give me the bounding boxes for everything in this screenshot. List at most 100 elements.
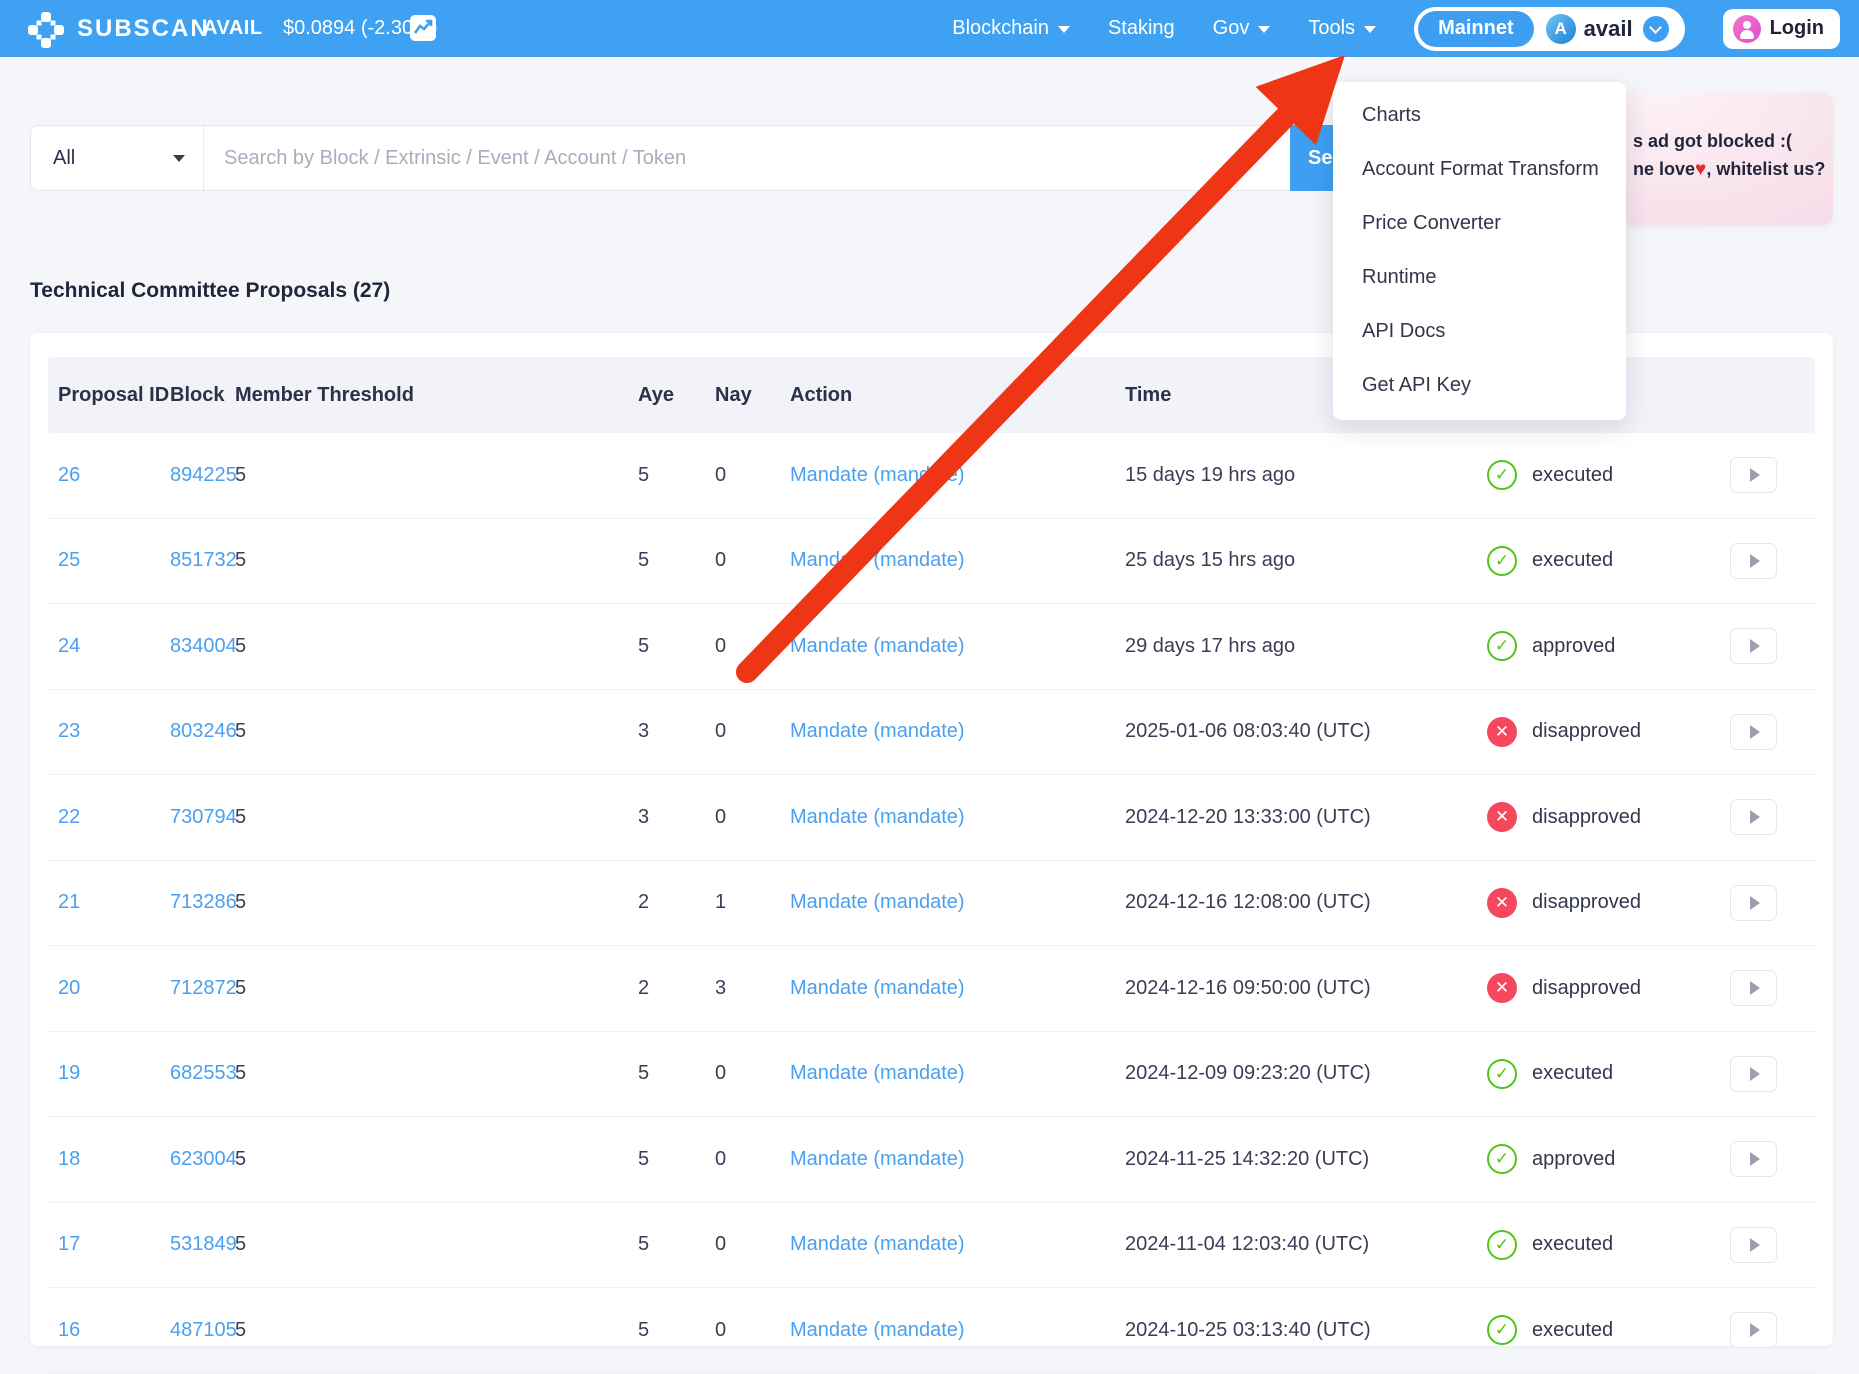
row-detail-button[interactable] — [1730, 714, 1777, 750]
column-header-action: Action — [790, 384, 1125, 407]
search-filter-select[interactable]: All — [31, 126, 204, 190]
brand[interactable]: SUBSCAN — [27, 0, 210, 57]
block-link[interactable]: 834004 — [170, 635, 237, 657]
status-badge: ✕disapproved — [1487, 802, 1730, 832]
status-badge: ✓executed — [1487, 546, 1730, 576]
action-link[interactable]: Mandate (mandate) — [790, 891, 965, 913]
action-link[interactable]: Mandate (mandate) — [790, 549, 965, 571]
status-badge: ✓approved — [1487, 631, 1730, 661]
action-link[interactable]: Mandate (mandate) — [790, 806, 965, 828]
play-triangle-icon — [1750, 1067, 1760, 1081]
proposal-id-link[interactable]: 21 — [58, 891, 80, 913]
nay-value: 0 — [715, 1233, 726, 1255]
proposal-id-link[interactable]: 24 — [58, 635, 80, 657]
member-threshold-value: 5 — [235, 549, 246, 571]
search-filter-value: All — [53, 147, 75, 170]
mainnet-button[interactable]: Mainnet — [1418, 11, 1534, 47]
menu-item-runtime[interactable]: Runtime — [1333, 250, 1626, 304]
login-button[interactable]: Login — [1723, 9, 1840, 49]
nav-blockchain[interactable]: Blockchain — [952, 17, 1070, 40]
aye-value: 5 — [638, 1148, 649, 1170]
play-triangle-icon — [1750, 639, 1760, 653]
action-link[interactable]: Mandate (mandate) — [790, 635, 965, 657]
play-triangle-icon — [1750, 1152, 1760, 1166]
proposal-id-link[interactable]: 20 — [58, 977, 80, 999]
block-link[interactable]: 487105 — [170, 1319, 237, 1341]
proposal-id-link[interactable]: 18 — [58, 1148, 80, 1170]
row-detail-button[interactable] — [1730, 970, 1777, 1006]
action-link[interactable]: Mandate (mandate) — [790, 1148, 965, 1170]
page-title: Technical Committee Proposals (27) — [30, 279, 390, 303]
row-detail-button[interactable] — [1730, 457, 1777, 493]
status-label: approved — [1532, 1148, 1615, 1171]
status-badge: ✕disapproved — [1487, 888, 1730, 918]
proposal-id-link[interactable]: 16 — [58, 1319, 80, 1341]
row-detail-button[interactable] — [1730, 1312, 1777, 1348]
menu-item-price-converter[interactable]: Price Converter — [1333, 196, 1626, 250]
row-detail-button[interactable] — [1730, 1141, 1777, 1177]
menu-item-api-docs[interactable]: API Docs — [1333, 304, 1626, 358]
block-link[interactable]: 894225 — [170, 464, 237, 486]
proposal-id-link[interactable]: 23 — [58, 720, 80, 742]
row-detail-button[interactable] — [1730, 885, 1777, 921]
search-input[interactable] — [204, 147, 1290, 170]
nav-staking[interactable]: Staking — [1108, 17, 1175, 40]
row-detail-button[interactable] — [1730, 799, 1777, 835]
menu-item-charts[interactable]: Charts — [1333, 88, 1626, 142]
chevron-down-icon — [173, 155, 185, 162]
action-link[interactable]: Mandate (mandate) — [790, 1062, 965, 1084]
table-row: 18623004550Mandate (mandate)2024-11-25 1… — [48, 1117, 1815, 1203]
block-link[interactable]: 712872 — [170, 977, 237, 999]
chevron-down-icon — [1364, 26, 1376, 33]
block-link[interactable]: 623004 — [170, 1148, 237, 1170]
block-link[interactable]: 531849 — [170, 1233, 237, 1255]
block-link[interactable]: 803246 — [170, 720, 237, 742]
proposal-id-link[interactable]: 17 — [58, 1233, 80, 1255]
proposal-id-link[interactable]: 19 — [58, 1062, 80, 1084]
user-icon — [1733, 15, 1761, 43]
block-link[interactable]: 851732 — [170, 549, 237, 571]
play-triangle-icon — [1750, 1238, 1760, 1252]
nav-label: Tools — [1308, 17, 1355, 40]
row-detail-button[interactable] — [1730, 543, 1777, 579]
member-threshold-value: 5 — [235, 891, 246, 913]
check-circle-icon: ✓ — [1487, 460, 1517, 490]
network-name: avail — [1584, 16, 1633, 42]
price-chart-icon[interactable] — [410, 15, 436, 41]
member-threshold-value: 5 — [235, 1319, 246, 1341]
table-row: 16487105550Mandate (mandate)2024-10-25 0… — [48, 1288, 1815, 1374]
menu-item-get-api-key[interactable]: Get API Key — [1333, 358, 1626, 412]
nav-label: Gov — [1213, 17, 1250, 40]
table-body: 26894225550Mandate (mandate)15 days 19 h… — [48, 433, 1815, 1374]
member-threshold-value: 5 — [235, 1233, 246, 1255]
action-link[interactable]: Mandate (mandate) — [790, 1319, 965, 1341]
column-header-proposal-id: Proposal ID — [58, 384, 170, 407]
main-nav: Blockchain Staking Gov Tools — [952, 17, 1414, 40]
block-link[interactable]: 730794 — [170, 806, 237, 828]
action-link[interactable]: Mandate (mandate) — [790, 720, 965, 742]
status-badge: ✓executed — [1487, 1059, 1730, 1089]
proposal-id-link[interactable]: 25 — [58, 549, 80, 571]
play-triangle-icon — [1750, 554, 1760, 568]
action-link[interactable]: Mandate (mandate) — [790, 1233, 965, 1255]
action-link[interactable]: Mandate (mandate) — [790, 464, 965, 486]
row-detail-button[interactable] — [1730, 628, 1777, 664]
proposals-card: Proposal IDBlockMember ThresholdAyeNayAc… — [30, 333, 1833, 1346]
nav-gov[interactable]: Gov — [1213, 17, 1271, 40]
row-detail-button[interactable] — [1730, 1227, 1777, 1263]
block-link[interactable]: 713286 — [170, 891, 237, 913]
token-symbol: AVAIL — [203, 17, 263, 40]
action-link[interactable]: Mandate (mandate) — [790, 977, 965, 999]
proposal-id-link[interactable]: 22 — [58, 806, 80, 828]
block-link[interactable]: 682553 — [170, 1062, 237, 1084]
column-header-member-threshold: Member Threshold — [235, 384, 638, 407]
check-circle-icon: ✓ — [1487, 631, 1517, 661]
play-triangle-icon — [1750, 981, 1760, 995]
network-selector[interactable]: A avail — [1534, 14, 1681, 44]
chevron-down-circle-icon[interactable] — [1643, 16, 1669, 42]
row-detail-button[interactable] — [1730, 1056, 1777, 1092]
menu-item-account-format-transform[interactable]: Account Format Transform — [1333, 142, 1626, 196]
proposal-id-link[interactable]: 26 — [58, 464, 80, 486]
time-value: 2024-10-25 03:13:40 (UTC) — [1125, 1319, 1371, 1341]
nav-tools[interactable]: Tools — [1308, 17, 1376, 40]
